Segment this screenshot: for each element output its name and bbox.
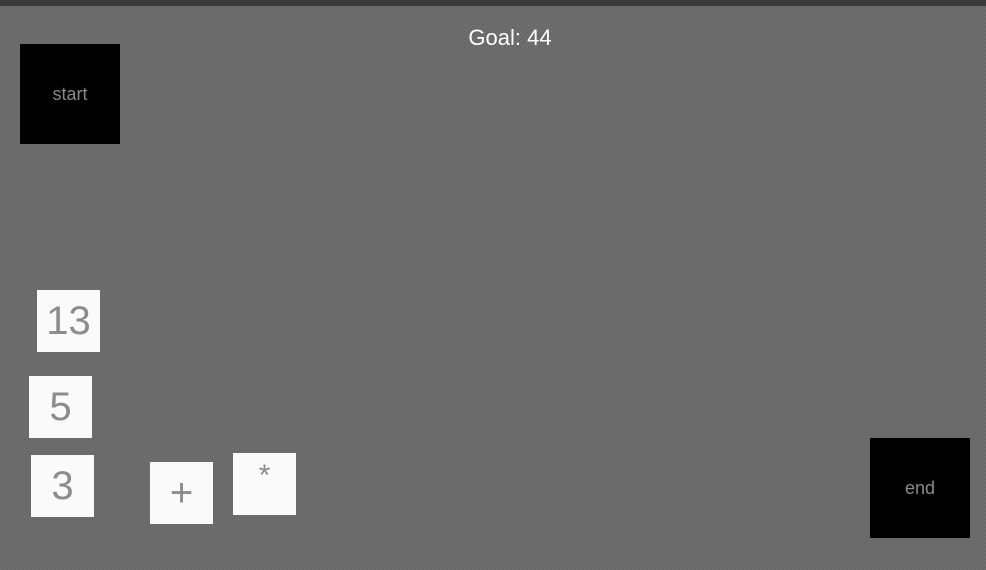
goal-value: 44 [527,25,552,50]
operator-tile-plus[interactable]: + [150,462,213,524]
top-bar [0,0,986,6]
operator-tile-multiply[interactable]: * [233,453,296,515]
number-tile-13[interactable]: 13 [37,290,100,352]
end-zone[interactable]: end [870,438,970,538]
number-tile-5[interactable]: 5 [29,376,92,438]
number-tile-3[interactable]: 3 [31,455,94,517]
goal-display: Goal: 44 [0,24,986,52]
goal-label: Goal: [468,25,521,50]
start-zone[interactable]: start [20,44,120,144]
